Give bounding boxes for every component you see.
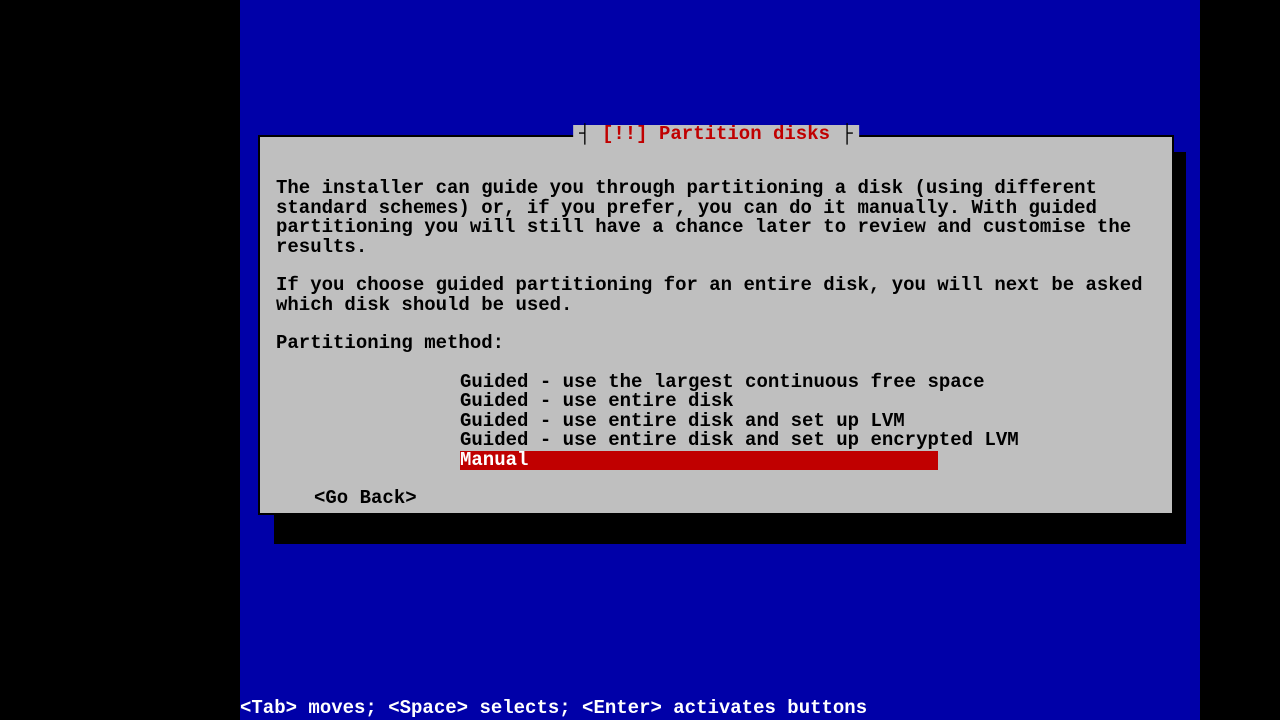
partitioning-prompt: Partitioning method: [276,334,1156,354]
dialog-title: ┤ [!!] Partition disks ├ [573,125,859,145]
intro-paragraph-1: The installer can guide you through part… [276,179,1156,257]
option-manual[interactable]: Manual [460,451,938,471]
intro-paragraph-2: If you choose guided partitioning for an… [276,276,1156,315]
partition-dialog: ┤ [!!] Partition disks ├ The installer c… [258,135,1174,515]
title-open-bracket: ┤ [579,123,602,145]
title-bangs: [!!] [602,123,648,145]
partitioning-method-menu: Guided - use the largest continuous free… [276,373,1156,471]
title-text: Partition disks [648,123,830,145]
key-hint-bar: <Tab> moves; <Space> selects; <Enter> ac… [240,699,867,719]
option-guided-encrypted-lvm[interactable]: Guided - use entire disk and set up encr… [460,431,938,451]
dialog-body: The installer can guide you through part… [260,137,1172,519]
go-back-button[interactable]: <Go Back> [314,489,1156,509]
title-close-bracket: ├ [830,123,853,145]
option-guided-entire-disk[interactable]: Guided - use entire disk [460,392,938,412]
